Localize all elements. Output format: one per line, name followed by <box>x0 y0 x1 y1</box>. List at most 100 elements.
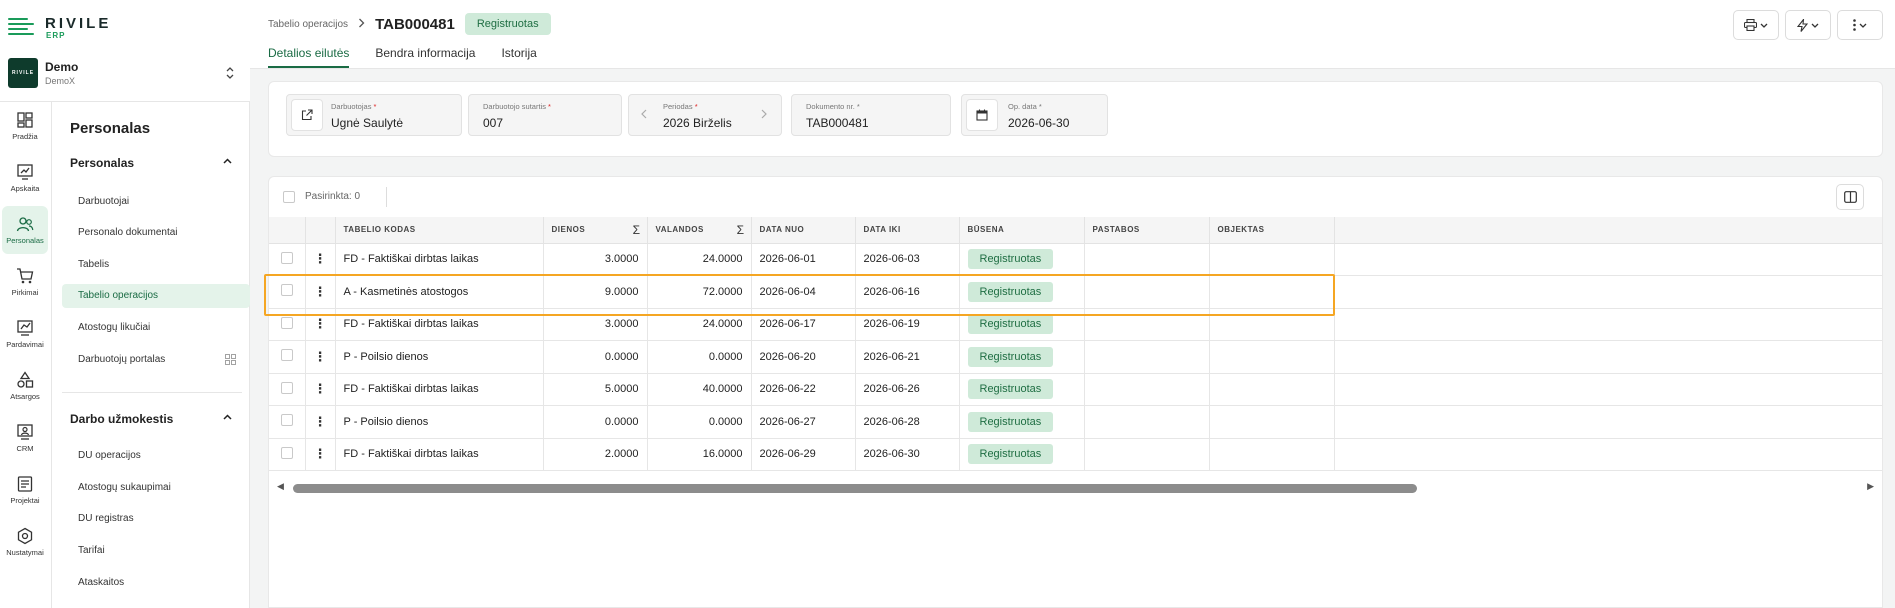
sidebar-item-du-operacijos[interactable]: DU operacijos <box>62 444 250 468</box>
calendar-icon[interactable] <box>966 99 998 131</box>
rail-item-personalas[interactable]: Personalas <box>2 206 48 254</box>
scroll-left-icon[interactable]: ◀ <box>277 481 284 492</box>
row-actions-cell: ⋮ <box>305 373 336 406</box>
rail-item-apskaita[interactable]: Apskaita <box>2 154 48 202</box>
column-layout-button[interactable] <box>1836 184 1864 210</box>
breadcrumb-parent-link[interactable]: Tabelio operacijos <box>268 19 348 30</box>
column-header-date-to[interactable]: DATA IKI <box>855 217 960 244</box>
more-menu-button[interactable] <box>1837 10 1883 40</box>
sidebar-item-darbuotojai[interactable]: Darbuotojai <box>62 190 250 214</box>
contract-field[interactable]: Darbuotojo sutartis * 007 <box>468 94 622 136</box>
company-switcher[interactable]: RIVILE Demo DemoX <box>0 48 250 102</box>
rail-item-pardavimai[interactable]: Pardavimai <box>2 310 48 358</box>
column-header-code[interactable]: TABELIO KODAS <box>335 217 544 244</box>
chevron-up-icon[interactable] <box>223 412 232 423</box>
sidebar-item-darbuotoju-portalas[interactable]: Darbuotojų portalas <box>62 348 250 372</box>
row-checkbox[interactable] <box>280 316 293 329</box>
document-number-field[interactable]: Dokumento nr. * TAB000481 <box>791 94 951 136</box>
row-menu-icon[interactable]: ⋮ <box>314 446 327 461</box>
sidebar-item-atostogu-likuciai[interactable]: Atostogų likučiai <box>62 316 250 340</box>
table-row[interactable]: ⋮ A - Kasmetinės atostogos 9.0000 72.0000 20… <box>269 275 1882 309</box>
tab-detalios-eilutes[interactable]: Detalios eilutės <box>268 46 350 68</box>
employee-field-label: Darbuotojas * <box>331 102 377 111</box>
rail-item-pradzia[interactable]: Pradžia <box>2 102 48 150</box>
table-row[interactable]: ⋮ FD - Faktiškai dirbtas laikas 2.0000 16.0… <box>269 438 1882 471</box>
employee-field[interactable]: Darbuotojas * Ugnė Saulytė <box>286 94 462 136</box>
sidebar-group-personalas[interactable]: Personalas <box>70 156 242 170</box>
table-row[interactable]: ⋮ P - Poilsio dienos 0.0000 0.0000 2026-06-2… <box>269 405 1882 439</box>
scrollbar-thumb[interactable] <box>293 484 1417 493</box>
tab-bar: Detalios eilutės Bendra informacija Isto… <box>268 46 537 68</box>
scroll-right-icon[interactable]: ▶ <box>1867 481 1874 492</box>
row-checkbox[interactable] <box>280 251 293 264</box>
sidebar-item-ataskaitos[interactable]: Ataskaitos <box>62 571 250 595</box>
column-header-object[interactable]: OBJEKTAS <box>1209 217 1335 244</box>
row-menu-icon[interactable]: ⋮ <box>314 251 327 266</box>
tab-bendra-informacija[interactable]: Bendra informacija <box>375 46 475 68</box>
horizontal-scrollbar[interactable]: ◀ ▶ <box>273 481 1878 495</box>
chevron-right-icon[interactable] <box>761 108 767 122</box>
document-header-form: Darbuotojas * Ugnė Saulytė Darbuotojo su… <box>268 81 1883 157</box>
row-checkbox[interactable] <box>280 284 293 297</box>
sidebar-group-darbo-uzmokestis[interactable]: Darbo užmokestis <box>70 412 242 426</box>
top-actions <box>1733 10 1883 40</box>
table-row[interactable]: ⋮ FD - Faktiškai dirbtas laikas 3.0000 24.0… <box>269 243 1882 276</box>
row-menu-icon[interactable]: ⋮ <box>314 284 327 299</box>
sidebar-item-tarifai[interactable]: Tarifai <box>62 539 250 563</box>
cell-notes[interactable] <box>1084 340 1210 374</box>
cell-object[interactable] <box>1209 243 1335 276</box>
row-checkbox[interactable] <box>280 414 293 427</box>
rail-item-projektai[interactable]: Projektai <box>2 466 48 514</box>
row-menu-icon[interactable]: ⋮ <box>314 349 327 364</box>
sidebar-item-du-registras[interactable]: DU registras <box>62 507 250 531</box>
tab-istorija[interactable]: Istorija <box>501 46 536 68</box>
open-external-icon[interactable] <box>291 99 323 131</box>
cell-notes[interactable] <box>1084 275 1210 309</box>
cell-object[interactable] <box>1209 438 1335 471</box>
column-header-hours[interactable]: VALANDOS Σ <box>647 217 752 244</box>
cell-notes[interactable] <box>1084 308 1210 341</box>
app-logo[interactable]: RIVILE ERP <box>0 0 250 48</box>
sidebar-item-tabelis[interactable]: Tabelis <box>62 253 250 277</box>
print-button[interactable] <box>1733 10 1779 40</box>
row-checkbox[interactable] <box>280 446 293 459</box>
rail-item-pirkimai[interactable]: Pirkimai <box>2 258 48 306</box>
cell-notes[interactable] <box>1084 243 1210 276</box>
row-checkbox[interactable] <box>280 349 293 362</box>
actions-button[interactable] <box>1785 10 1831 40</box>
column-header-date-from[interactable]: DATA NUO <box>751 217 856 244</box>
period-field[interactable]: Periodas * 2026 Birželis <box>628 94 782 136</box>
rail-item-atsargos[interactable]: Atsargos <box>2 362 48 410</box>
chevron-left-icon[interactable] <box>641 108 647 122</box>
table-row[interactable]: ⋮ FD - Faktiškai dirbtas laikas 5.0000 40.0… <box>269 373 1882 406</box>
cell-object[interactable] <box>1209 308 1335 341</box>
sidebar-item-atostogu-sukaupimai[interactable]: Atostogų sukaupimai <box>62 476 250 500</box>
rail-item-nustatymai[interactable]: Nustatymai <box>2 518 48 566</box>
select-all-checkbox[interactable] <box>283 191 295 203</box>
cell-notes[interactable] <box>1084 438 1210 471</box>
column-header-status[interactable]: BŪSENA <box>959 217 1085 244</box>
cell-notes[interactable] <box>1084 373 1210 406</box>
op-date-field[interactable]: Op. data * 2026-06-30 <box>961 94 1108 136</box>
chevron-updown-icon[interactable] <box>225 66 235 83</box>
chevron-up-icon[interactable] <box>223 156 232 167</box>
sidebar-item-personalo-dokumentai[interactable]: Personalo dokumentai <box>62 221 250 245</box>
cell-object[interactable] <box>1209 373 1335 406</box>
cell-object[interactable] <box>1209 405 1335 439</box>
cell-notes[interactable] <box>1084 405 1210 439</box>
row-checkbox[interactable] <box>280 381 293 394</box>
cell-object[interactable] <box>1209 275 1335 309</box>
row-menu-icon[interactable]: ⋮ <box>314 414 327 429</box>
row-menu-icon[interactable]: ⋮ <box>314 316 327 331</box>
column-header-notes[interactable]: PASTABOS <box>1084 217 1210 244</box>
column-header-days[interactable]: DIENOS Σ <box>543 217 648 244</box>
rail-item-crm[interactable]: CRM <box>2 414 48 462</box>
sum-icon[interactable]: Σ <box>737 223 745 237</box>
status-badge: Registruotas <box>967 346 1054 367</box>
sum-icon[interactable]: Σ <box>633 223 641 237</box>
cell-object[interactable] <box>1209 340 1335 374</box>
table-row[interactable]: ⋮ FD - Faktiškai dirbtas laikas 3.0000 24.0… <box>269 308 1882 341</box>
sidebar-item-tabelio-operacijos[interactable]: Tabelio operacijos <box>62 284 250 308</box>
row-menu-icon[interactable]: ⋮ <box>314 381 327 396</box>
table-row[interactable]: ⋮ P - Poilsio dienos 0.0000 0.0000 2026-06-2… <box>269 340 1882 374</box>
